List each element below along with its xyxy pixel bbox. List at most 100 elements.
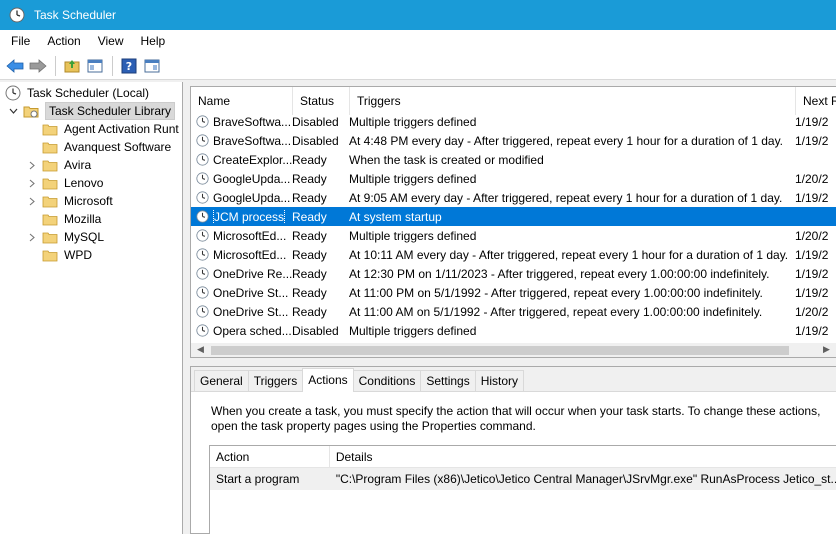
task-name: MicrosoftEd... — [213, 228, 287, 243]
expand-chevron-icon[interactable] — [27, 232, 37, 242]
toolbar: ? — [0, 52, 836, 80]
task-name: OneDrive Re... — [213, 266, 292, 281]
folder-icon — [42, 232, 58, 243]
task-row[interactable]: BraveSoftwa... Disabled At 4:48 PM every d… — [191, 131, 836, 150]
task-row[interactable]: Opera sched... Disabled Multiple triggers … — [191, 321, 836, 340]
task-scheduler-icon — [9, 7, 25, 23]
menu-action[interactable]: Action — [41, 34, 86, 48]
column-header-next-run[interactable]: Next R — [796, 87, 836, 115]
show-hide-console-tree-button[interactable] — [84, 55, 106, 77]
tree-item-folder[interactable]: Avira — [27, 156, 91, 174]
forward-button[interactable] — [27, 55, 49, 77]
collapse-chevron-icon[interactable] — [8, 106, 18, 116]
task-next-run: 1/19/2 — [795, 133, 829, 148]
toolbar-separator — [55, 55, 56, 76]
title-bar: Task Scheduler — [0, 0, 836, 30]
scroll-left-icon[interactable]: ◀ — [197, 344, 204, 355]
task-clock-icon — [191, 172, 213, 185]
menu-file[interactable]: File — [5, 34, 36, 48]
column-header-status[interactable]: Status — [293, 87, 350, 115]
help-button[interactable]: ? — [118, 55, 140, 77]
show-hide-action-pane-button[interactable] — [141, 55, 163, 77]
tab-conditions[interactable]: Conditions — [352, 370, 422, 391]
task-next-run: 1/19/2 — [795, 247, 829, 262]
task-row[interactable]: JCM process Ready At system startup — [191, 207, 836, 226]
task-clock-icon — [191, 286, 213, 299]
tree-item-folder[interactable]: Mozilla — [27, 210, 101, 228]
expand-chevron-icon[interactable] — [27, 196, 37, 206]
task-triggers: At 12:30 PM on 1/11/2023 - After trigger… — [349, 266, 770, 281]
task-row[interactable]: CreateExplor... Ready When the task is cre… — [191, 150, 836, 169]
task-clock-icon — [191, 210, 213, 223]
tree-item-root[interactable]: Task Scheduler (Local) — [5, 84, 149, 102]
tree-item-label: WPD — [64, 248, 92, 262]
tree-item-library[interactable]: Task Scheduler Library — [8, 102, 176, 120]
expand-chevron-icon[interactable] — [27, 178, 37, 188]
task-clock-icon — [191, 248, 213, 261]
expand-chevron-icon[interactable] — [27, 160, 37, 170]
tree-item-folder[interactable]: Agent Activation Runt — [27, 120, 179, 138]
up-folder-button[interactable] — [61, 55, 83, 77]
scroll-right-icon[interactable]: ▶ — [823, 344, 830, 355]
tree-item-folder[interactable]: Lenovo — [27, 174, 103, 192]
back-arrow-icon — [6, 58, 24, 73]
action-row[interactable]: Start a program "C:\Program Files (x86)\J… — [210, 468, 836, 490]
task-row[interactable]: GoogleUpda... Ready Multiple triggers defi… — [191, 169, 836, 188]
task-next-run: 1/19/2 — [795, 114, 829, 129]
tab-general[interactable]: General — [194, 370, 249, 391]
horizontal-splitter[interactable] — [190, 358, 836, 366]
task-clock-icon — [191, 115, 213, 128]
tab-triggers[interactable]: Triggers — [247, 370, 304, 391]
task-status: Disabled — [292, 133, 339, 148]
folder-up-icon — [64, 59, 80, 72]
action-pane-icon — [144, 59, 160, 72]
task-triggers: At system startup — [349, 209, 442, 224]
task-status: Ready — [292, 285, 327, 300]
window-title: Task Scheduler — [34, 8, 117, 22]
tab-actions[interactable]: Actions — [302, 368, 354, 392]
tree-item-folder[interactable]: MySQL — [27, 228, 104, 246]
task-clock-icon — [191, 305, 213, 318]
folder-icon — [42, 196, 58, 207]
tree-item-folder[interactable]: Avanquest Software — [27, 138, 171, 156]
tree-item-folder[interactable]: WPD — [27, 246, 92, 264]
task-name: GoogleUpda... — [213, 190, 291, 205]
task-name: JCM process — [213, 209, 286, 224]
task-next-run: 1/19/2 — [795, 285, 829, 300]
task-row[interactable]: OneDrive St... Ready At 11:00 AM on 5/1/19… — [191, 302, 836, 321]
help-icon: ? — [121, 58, 137, 73]
task-row[interactable]: BraveSoftwa... Disabled Multiple triggers … — [191, 112, 836, 131]
tree-item-label: Avanquest Software — [64, 140, 172, 154]
tree-item-folder[interactable]: Microsoft — [27, 192, 113, 210]
task-list-header: Name Status Triggers Next R — [191, 87, 836, 115]
task-status: Disabled — [292, 323, 339, 338]
task-triggers: At 9:05 AM every day - After triggered, … — [349, 190, 783, 205]
task-next-run: 1/20/2 — [795, 228, 829, 243]
task-row[interactable]: MicrosoftEd... Ready At 10:11 AM every day… — [191, 245, 836, 264]
task-clock-icon — [191, 191, 213, 204]
task-status: Ready — [292, 171, 327, 186]
task-row[interactable]: OneDrive St... Ready At 11:00 PM on 5/1/19… — [191, 283, 836, 302]
tab-history[interactable]: History — [474, 370, 525, 391]
toolbar-separator — [112, 55, 113, 76]
column-header-action[interactable]: Action — [210, 446, 330, 467]
column-header-name[interactable]: Name — [191, 87, 293, 115]
folder-icon — [42, 142, 58, 153]
task-name: BraveSoftwa... — [213, 133, 292, 148]
back-button[interactable] — [4, 55, 26, 77]
task-row[interactable]: MicrosoftEd... Ready Multiple triggers def… — [191, 226, 836, 245]
task-status: Ready — [292, 228, 327, 243]
tree-item-label: Microsoft — [64, 194, 113, 208]
task-row[interactable]: OneDrive Re... Ready At 12:30 PM on 1/11/2… — [191, 264, 836, 283]
column-header-details[interactable]: Details — [330, 446, 836, 467]
horizontal-scrollbar[interactable]: ◀ ▶ — [191, 343, 836, 357]
menu-help[interactable]: Help — [135, 34, 172, 48]
task-row[interactable]: GoogleUpda... Ready At 9:05 AM every day -… — [191, 188, 836, 207]
tab-settings[interactable]: Settings — [420, 370, 476, 391]
task-clock-icon — [191, 229, 213, 242]
column-header-triggers[interactable]: Triggers — [350, 87, 796, 115]
menu-view[interactable]: View — [92, 34, 130, 48]
task-rows: BraveSoftwa... Disabled Multiple triggers … — [191, 112, 836, 340]
scrollbar-thumb[interactable] — [211, 346, 789, 355]
